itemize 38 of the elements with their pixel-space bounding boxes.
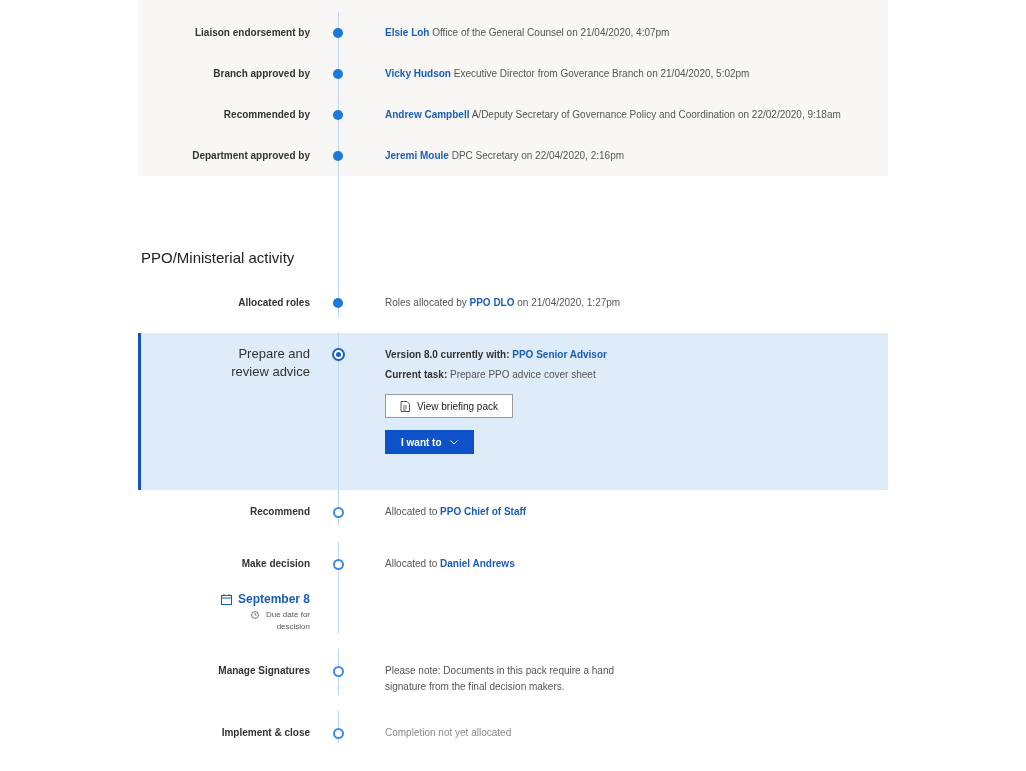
- step-text: Version 8.0 currently with: PPO Senior Advisor: [385, 348, 608, 362]
- due-note: Due date for descision: [264, 609, 310, 633]
- chevron-down-icon: [449, 439, 458, 445]
- person-link[interactable]: PPO Chief of Staff: [440, 506, 527, 517]
- approval-text: Andrew Campbell A/Deputy Secretary of Governance Policy and Coordination on 22/02/2020, 9:18am: [385, 108, 841, 122]
- person-link[interactable]: Vicky Hudson: [385, 68, 451, 79]
- step-text: Allocated to PPO Chief of Staff: [385, 505, 528, 519]
- person-link[interactable]: PPO Senior Advisor: [512, 349, 607, 360]
- step-label: Department approved by: [192, 149, 310, 163]
- approval-text: Jeremi Moule DPC Secretary on 22/04/2020, 2:16pm: [385, 149, 625, 163]
- approval-text: Vicky Hudson Executive Director from Goverance Branch on 21/04/2020, 5:02pm: [385, 67, 750, 81]
- step-label: Manage Signatures: [218, 664, 310, 678]
- step-label: Branch approved by: [213, 67, 310, 81]
- person-link[interactable]: Elsie Loh: [385, 27, 430, 38]
- person-link[interactable]: Daniel Andrews: [440, 558, 515, 569]
- step-text: Please note: Documents in this pack require a hand signature from the final decision makers.: [385, 664, 616, 694]
- step-label: Implement & close: [221, 726, 310, 740]
- step-text: Allocated to Daniel Andrews: [385, 557, 516, 571]
- step-label: Allocated roles: [238, 296, 310, 310]
- step-label: Liaison endorsement by: [194, 26, 310, 40]
- step-label: Recommended by: [223, 108, 310, 122]
- i-want-to-button[interactable]: I want to: [385, 430, 474, 454]
- person-link[interactable]: Jeremi Moule: [385, 150, 449, 161]
- document-icon: [400, 400, 410, 412]
- step-label: Make decision: [241, 557, 310, 571]
- view-pack-button[interactable]: View briefing pack: [385, 394, 513, 418]
- person-link[interactable]: Andrew Campbell: [385, 109, 470, 120]
- due-date: September 8: [237, 591, 310, 608]
- step-label: Recommend: [250, 505, 310, 519]
- step-label: Prepare and review advice: [230, 345, 310, 381]
- calendar-icon: [220, 593, 232, 605]
- person-link[interactable]: PPO DLO: [469, 297, 515, 308]
- step-text: Completion not yet allocated: [385, 726, 513, 740]
- approval-text: Elsie Loh Office of the General Counsel on 21/04/2020, 4:07pm: [385, 26, 670, 40]
- step-text: Roles allocated by PPO DLO on 21/04/2020, 1:27pm: [385, 296, 622, 310]
- step-text: Current task: Prepare PPO advice cover sheet: [385, 368, 597, 382]
- section-title: PPO/Ministerial activity: [141, 248, 295, 269]
- clock-icon: [251, 611, 259, 619]
